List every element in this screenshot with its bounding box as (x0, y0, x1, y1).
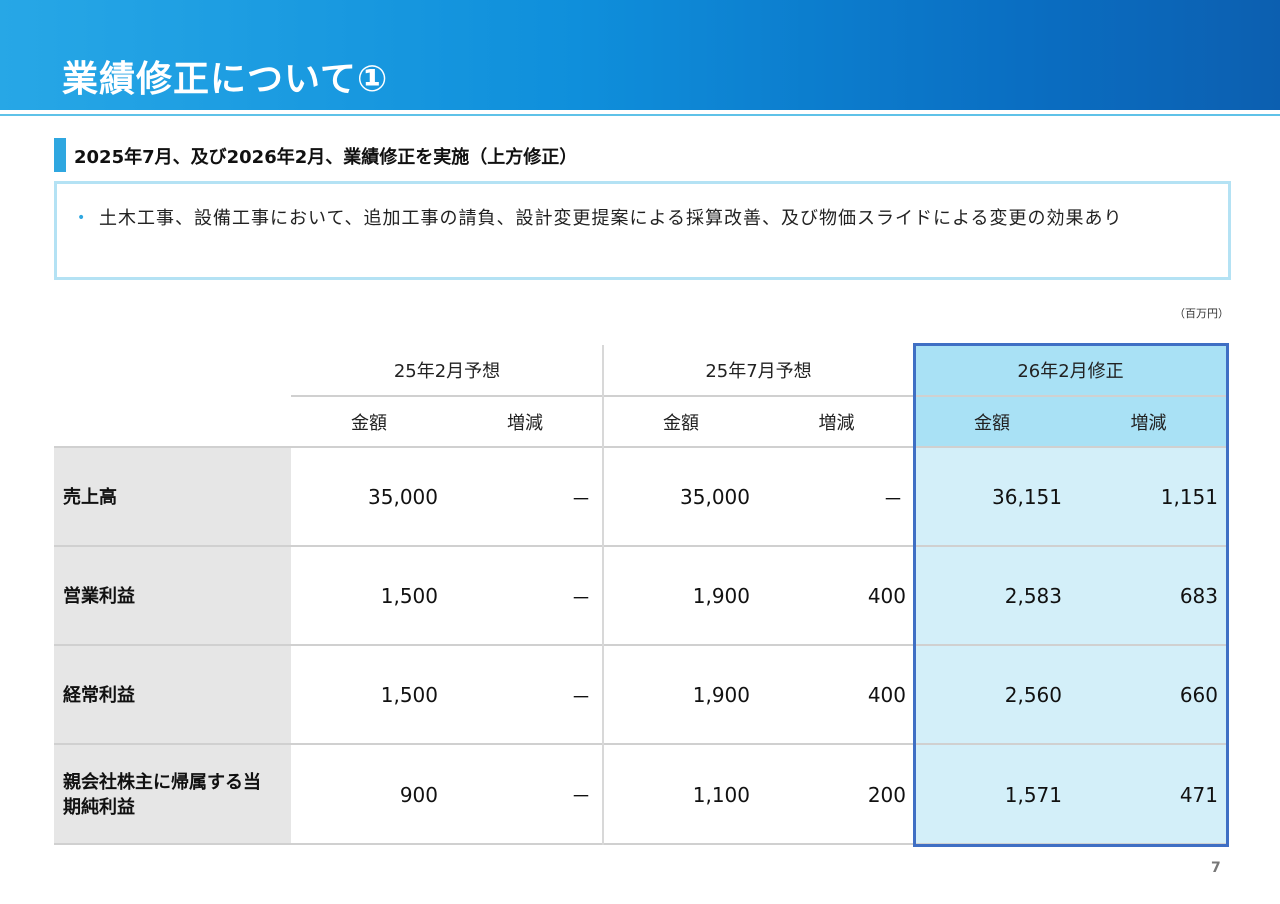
row-label-operating-profit: 営業利益 (54, 547, 291, 645)
group-header-feb-forecast: 25年2月予想 (393, 361, 501, 382)
note-box: • 土木工事、設備工事において、追加工事の請負、設計変更提案による採算改善、及び… (54, 181, 1231, 280)
table-cell: 1,100 (692, 782, 750, 807)
subheading: 2025年7月、及び2026年2月、業績修正を実施（上方修正） (74, 147, 578, 168)
subheader-amount: 金額 (351, 413, 387, 434)
table-divider (602, 345, 604, 845)
table-cell: － (571, 585, 591, 610)
table-cell: 1,500 (380, 584, 438, 608)
table-cell: － (571, 684, 591, 709)
table-cell: 900 (399, 782, 438, 807)
row-label-net-income: 親会社株主に帰属する当期純利益 (54, 745, 291, 844)
bullet-icon: • (77, 210, 86, 226)
table-cell: 35,000 (680, 485, 750, 509)
row-label-ordinary-profit: 経常利益 (54, 646, 291, 744)
subheader-amount: 金額 (663, 413, 699, 434)
table-cell: 400 (867, 584, 906, 608)
page-number: 7 (1211, 860, 1221, 876)
table-cell: － (571, 486, 591, 511)
header-banner: 業績修正について① (0, 0, 1280, 110)
subheading-accent-bar (54, 138, 66, 172)
note-text: 土木工事、設備工事において、追加工事の請負、設計変更提案による採算改善、及び物価… (99, 208, 1123, 229)
table-cell: 1,500 (380, 683, 438, 707)
table-cell: 200 (867, 782, 906, 807)
table-cell: － (571, 784, 591, 808)
page-title: 業績修正について① (62, 59, 389, 100)
table-cell: 400 (867, 683, 906, 707)
revised-column-outline (913, 343, 1229, 847)
subheader-change: 増減 (818, 413, 855, 434)
unit-label: （百万円） (1174, 307, 1229, 320)
group-header-jul-forecast: 25年7月予想 (705, 361, 812, 382)
row-label-sales: 売上高 (54, 448, 291, 546)
header-divider (0, 114, 1280, 116)
table-cell: 1,900 (692, 683, 750, 707)
subheader-change: 増減 (507, 413, 543, 434)
table-cell: 35,000 (368, 485, 438, 509)
table-cell: 1,900 (692, 584, 750, 608)
table-cell: － (883, 486, 903, 511)
